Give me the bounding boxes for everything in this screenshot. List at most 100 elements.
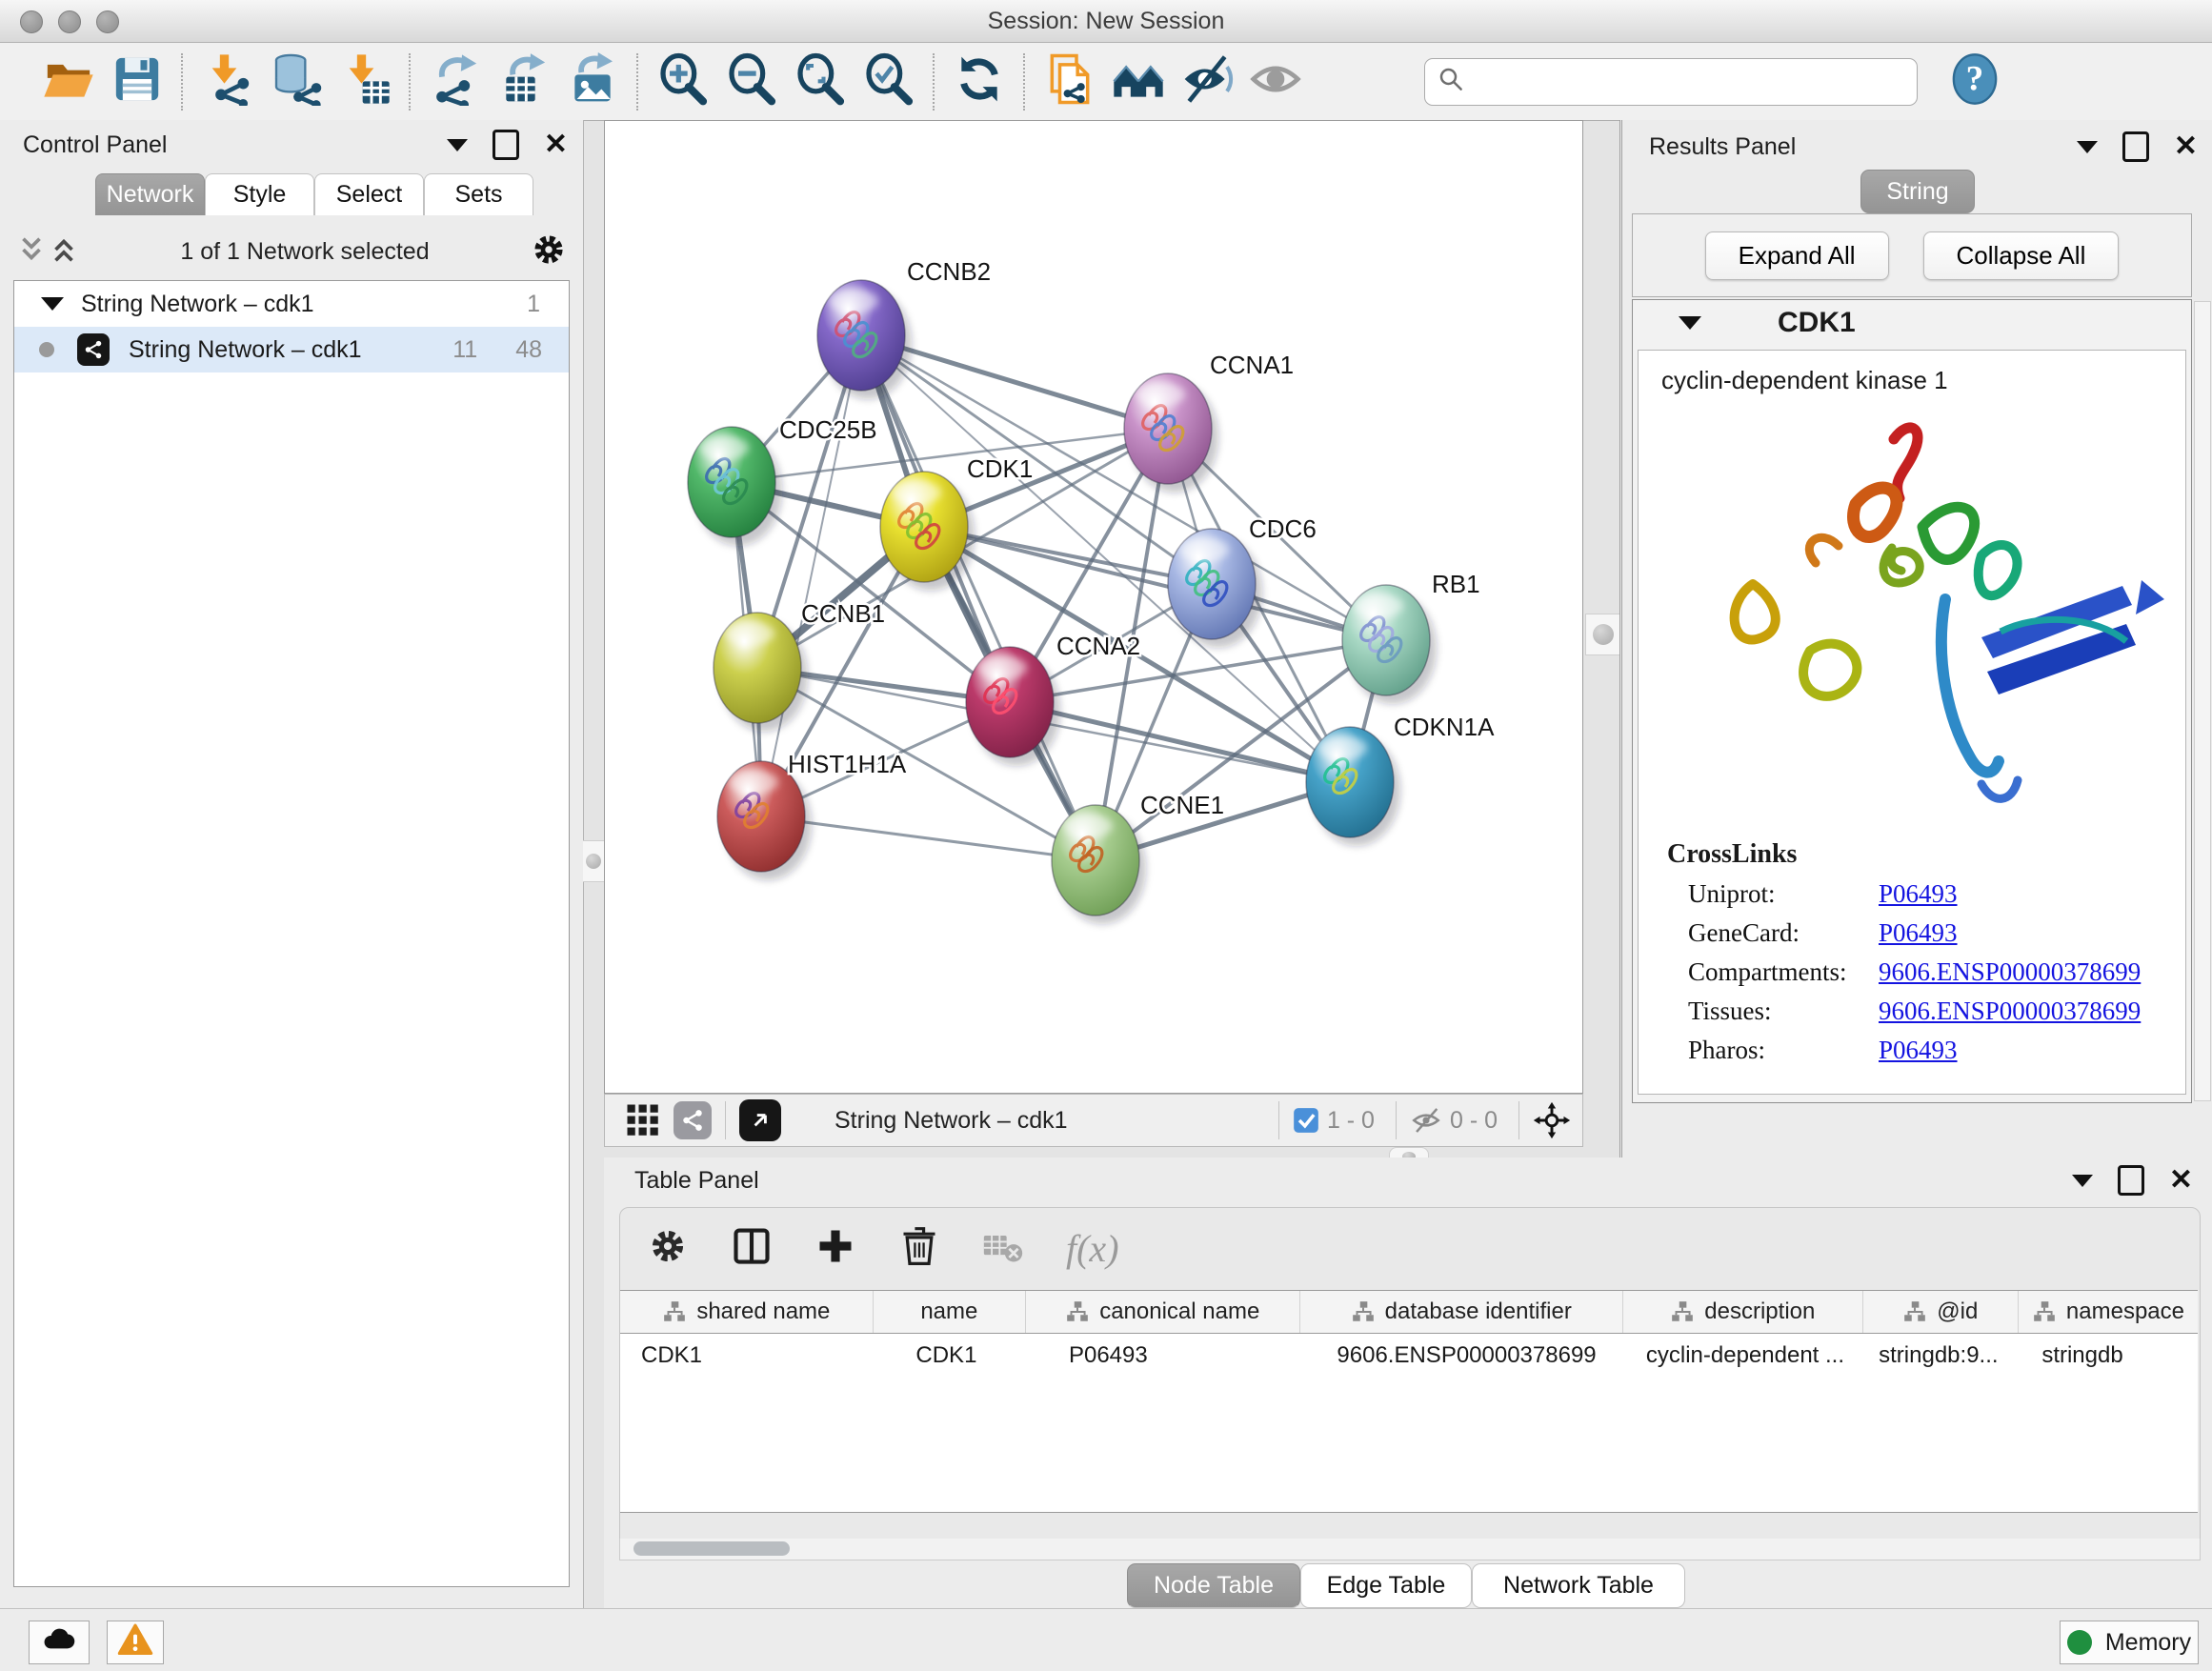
column-header-canonical-name[interactable]: canonical name (1026, 1291, 1300, 1333)
network-view-footer: String Network – cdk1 1 - 0 0 - 0 (604, 1094, 1583, 1147)
column-header-description[interactable]: description (1623, 1291, 1863, 1333)
panel-float-icon[interactable] (2122, 131, 2149, 162)
eye-slash-icon (1180, 52, 1234, 111)
network-collection-row[interactable]: String Network – cdk1 1 (14, 281, 569, 327)
node-label-HIST1H1A: HIST1H1A (788, 750, 907, 778)
collapse-all-button[interactable]: Collapse All (1923, 232, 2120, 280)
panel-close-icon[interactable]: ✕ (544, 132, 568, 157)
share-view-icon[interactable] (674, 1101, 712, 1139)
show-hidden-button[interactable] (1241, 51, 1310, 112)
column-header-database-identifier[interactable]: database identifier (1300, 1291, 1623, 1333)
show-columns-icon[interactable] (731, 1225, 773, 1272)
window-title: Session: New Session (0, 8, 2212, 35)
network-canvas[interactable]: CCNB2CCNA1CDC25BCDK1CDC6RB1CCNB1CCNA2CDK… (604, 120, 1583, 1094)
warnings-button[interactable] (107, 1621, 164, 1664)
uniprot-link[interactable]: P06493 (1879, 879, 1958, 909)
import-network-file-button[interactable] (193, 51, 262, 112)
panel-float-icon[interactable] (493, 130, 519, 160)
left-splitter-handle[interactable] (583, 840, 604, 882)
tab-network[interactable]: Network (95, 173, 205, 215)
tab-sets[interactable]: Sets (424, 173, 533, 215)
home-view-button[interactable] (1104, 51, 1173, 112)
import-table-file-button[interactable] (331, 51, 399, 112)
crosslink-row: GeneCard: P06493 (1688, 918, 2185, 948)
genecard-link[interactable]: P06493 (1879, 918, 1958, 948)
collection-label: String Network – cdk1 (81, 291, 527, 318)
toolbar-search-field[interactable] (1424, 58, 1918, 106)
panel-menu-icon[interactable] (2077, 141, 2098, 153)
zoom-out-button[interactable] (717, 51, 786, 112)
crosslinks-title: CrossLinks (1667, 839, 2185, 870)
panel-menu-icon[interactable] (2072, 1175, 2093, 1187)
import-network-database-button[interactable] (262, 51, 331, 112)
gene-card-header[interactable]: CDK1 (1633, 300, 2191, 346)
compartments-link[interactable]: 9606.ENSP00000378699 (1879, 957, 2141, 987)
column-header-namespace[interactable]: namespace (2019, 1291, 2198, 1333)
tab-edge-table[interactable]: Edge Table (1300, 1563, 1472, 1608)
column-header-name[interactable]: name (874, 1291, 1026, 1333)
export-network-button[interactable] (421, 51, 490, 112)
hidden-node-edge-count: 0 - 0 (1450, 1107, 1498, 1135)
cloud-icon (40, 1621, 78, 1664)
add-column-icon[interactable] (814, 1225, 856, 1272)
hidden-eye-slash-icon[interactable] (1410, 1104, 1442, 1137)
network-options-gear-icon[interactable] (530, 231, 568, 273)
tab-node-table[interactable]: Node Table (1127, 1563, 1300, 1608)
memory-button[interactable]: Memory (2060, 1621, 2199, 1664)
export-image-button[interactable] (558, 51, 627, 112)
collection-disclosure-icon[interactable] (41, 297, 64, 311)
column-header-shared-name[interactable]: shared name (620, 1291, 874, 1333)
zoom-selected-button[interactable] (855, 51, 923, 112)
apply-layout-button[interactable] (945, 51, 1014, 112)
export-table-button[interactable] (490, 51, 558, 112)
pharos-link[interactable]: P06493 (1879, 1036, 1958, 1065)
panel-float-icon[interactable] (2118, 1165, 2144, 1196)
tab-style[interactable]: Style (205, 173, 314, 215)
tab-network-table[interactable]: Network Table (1472, 1563, 1685, 1608)
gene-disclosure-icon[interactable] (1679, 316, 1701, 330)
open-session-button[interactable] (34, 51, 103, 112)
table-horizontal-scrollbar[interactable] (619, 1539, 2201, 1560)
zoom-fit-button[interactable] (786, 51, 855, 112)
tab-string[interactable]: String (1860, 170, 1975, 213)
homes-icon (1112, 52, 1165, 111)
cloud-button[interactable] (29, 1621, 90, 1664)
hide-selected-button[interactable] (1173, 51, 1241, 112)
panel-menu-icon[interactable] (447, 139, 468, 151)
results-scrollbar[interactable] (2194, 301, 2211, 1101)
results-buttons-box: Expand All Collapse All (1632, 213, 2192, 297)
function-builder-button[interactable]: f(x) (1066, 1226, 1119, 1271)
tab-select[interactable]: Select (314, 173, 424, 215)
network-row[interactable]: String Network – cdk1 11 48 (14, 327, 569, 372)
table-options-gear-icon[interactable] (647, 1225, 689, 1272)
save-floppy-icon (111, 52, 164, 111)
tissues-link[interactable]: 9606.ENSP00000378699 (1879, 997, 2141, 1026)
toolbar-separator (1023, 53, 1026, 111)
clone-network-button[interactable] (1036, 51, 1104, 112)
expand-all-networks-icon[interactable] (48, 233, 80, 271)
toolbar-separator (181, 53, 184, 111)
birdseye-crosshair-icon[interactable] (1533, 1101, 1571, 1139)
network-selection-status: 1 of 1 Network selected (80, 238, 530, 266)
panel-close-icon[interactable]: ✕ (2174, 134, 2198, 159)
expand-all-button[interactable]: Expand All (1705, 232, 1889, 280)
table-row[interactable]: CDK1 CDK1 P06493 9606.ENSP00000378699 cy… (620, 1334, 2198, 1378)
zoom-in-button[interactable] (649, 51, 717, 112)
collapse-all-networks-icon[interactable] (15, 233, 48, 271)
help-button[interactable]: ? (1941, 51, 2009, 112)
node-label-CCNA1: CCNA1 (1210, 351, 1294, 379)
network-node-count: 11 (452, 336, 477, 364)
panel-close-icon[interactable]: ✕ (2169, 1168, 2193, 1193)
detach-view-icon[interactable] (739, 1099, 781, 1141)
selected-checkbox-icon[interactable] (1293, 1107, 1319, 1134)
save-session-button[interactable] (103, 51, 171, 112)
search-input[interactable] (1465, 68, 1905, 96)
right-splitter-handle[interactable] (1585, 614, 1621, 655)
import-table-icon (338, 52, 392, 111)
help-icon: ? (1948, 52, 2001, 111)
column-header-id[interactable]: @id (1863, 1291, 2019, 1333)
scrollbar-thumb[interactable] (633, 1541, 790, 1556)
grid-view-icon[interactable] (626, 1103, 660, 1137)
delete-column-icon[interactable] (898, 1225, 940, 1272)
export-image-icon (566, 52, 619, 111)
